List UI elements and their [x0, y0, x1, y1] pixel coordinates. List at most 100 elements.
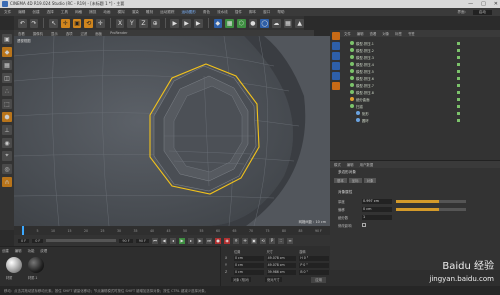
prev-key-icon[interactable]: ◀ [161, 237, 168, 244]
content-browser-icon[interactable] [331, 42, 340, 50]
visible-check-icon[interactable] [457, 118, 460, 122]
viewport-menu-view[interactable]: 查看 [18, 31, 25, 36]
menu-tools[interactable]: 工具 [61, 10, 68, 15]
mat-menu-edit[interactable]: 编辑 [15, 248, 22, 253]
offset-field[interactable]: 0 cm [362, 206, 392, 212]
om-menu-bookmarks[interactable]: 书签 [408, 31, 415, 36]
viewport-menu-prorender[interactable]: ProRender [110, 31, 127, 35]
mat-menu-texture[interactable]: 纹理 [40, 248, 47, 253]
viewport-menu-display[interactable]: 显示 [51, 31, 58, 36]
camera-icon[interactable]: ☁ [271, 18, 281, 28]
cube-object-icon[interactable]: ◆ [213, 18, 223, 28]
tweak-icon[interactable]: ◉ [2, 138, 12, 148]
object-row[interactable]: 模型.挤压.6 [350, 75, 496, 81]
spline-pen-icon[interactable]: ▦ [225, 18, 234, 28]
play-icon[interactable]: ▶ [179, 237, 186, 244]
visible-check-icon[interactable] [457, 62, 460, 66]
recent-tool-icon[interactable]: ✛ [96, 18, 105, 28]
attributes-tab-icon[interactable] [331, 82, 340, 90]
record-icon[interactable]: ● [215, 237, 222, 244]
objects-tab-icon[interactable] [331, 32, 340, 40]
magnet-icon[interactable]: ∩ [2, 177, 12, 187]
make-editable-icon[interactable]: ▣ [2, 34, 12, 44]
object-row[interactable]: 模型.挤压.1 [350, 40, 496, 46]
undo-icon[interactable]: ↶ [18, 18, 27, 28]
material-swatch[interactable] [28, 257, 44, 273]
menu-mograph[interactable]: 运动图形 [181, 10, 195, 15]
visible-check-icon[interactable] [457, 41, 460, 45]
rotation-key-icon[interactable]: ⟲ [260, 237, 267, 244]
am-menu-userdata[interactable]: 用户数据 [360, 162, 374, 167]
am-menu-mode[interactable]: 模式 [334, 162, 341, 167]
menu-render[interactable]: 渲染 [132, 10, 139, 15]
object-row[interactable]: 细分曲面 [350, 96, 496, 102]
material-swatch[interactable] [6, 257, 22, 273]
object-row[interactable]: 模型.挤压.8 [350, 89, 496, 95]
tab-coord[interactable]: 坐标 [348, 178, 362, 183]
playhead[interactable] [22, 226, 24, 235]
next-key-icon[interactable]: ▶ [197, 237, 204, 244]
z-axis-icon[interactable]: Z [139, 18, 148, 28]
go-to-start-icon[interactable]: ⏮ [152, 237, 159, 244]
solo-icon[interactable]: ◎ [2, 164, 12, 174]
select-tool-icon[interactable]: ↖ [49, 18, 59, 28]
menu-motion-tracker[interactable]: 运动跟踪 [160, 10, 174, 15]
object-row[interactable]: 扫描 [350, 103, 496, 109]
viewport-menu-camera[interactable]: 摄像机 [33, 31, 43, 36]
timeline-icon[interactable]: ≡ [287, 237, 294, 244]
object-row[interactable]: 模型.挤压.5 [350, 68, 496, 74]
menu-pipeline[interactable]: 流水线 [217, 10, 228, 15]
menu-snap[interactable]: 捕捉 [89, 10, 96, 15]
scale-tool-icon[interactable]: ▣ [72, 18, 82, 28]
am-menu-edit[interactable]: 编辑 [347, 162, 354, 167]
preview-end-field[interactable]: 90 F [135, 238, 150, 243]
viewport-menu-filter[interactable]: 过滤 [81, 31, 88, 36]
modify-checkbox[interactable] [362, 223, 366, 227]
frame-range-slider[interactable] [46, 239, 117, 242]
model-mode-icon[interactable]: ◆ [2, 47, 12, 57]
visible-check-icon[interactable] [457, 55, 460, 59]
menu-create[interactable]: 创建 [32, 10, 39, 15]
mat-menu-function[interactable]: 功能 [28, 248, 35, 253]
offset-slider[interactable] [396, 207, 466, 211]
point-mode-icon[interactable]: ∴ [2, 86, 12, 96]
apply-button[interactable]: 应用 [311, 277, 326, 283]
coord-mode-select[interactable]: 对象 (相对) [231, 277, 252, 282]
maximize-button[interactable]: □ [481, 1, 486, 7]
om-menu-file[interactable]: 文件 [344, 31, 351, 36]
layers-icon[interactable] [331, 62, 340, 70]
object-row[interactable]: 矩形 [356, 110, 496, 116]
array-icon[interactable]: ● [248, 18, 258, 28]
light-icon[interactable]: ▲ [295, 18, 304, 28]
close-button[interactable]: ✕ [494, 1, 498, 7]
om-menu-tags[interactable]: 标签 [395, 31, 402, 36]
end-frame-field[interactable]: 90 F [119, 238, 133, 243]
visible-check-icon[interactable] [457, 76, 460, 80]
x-axis-icon[interactable]: X [115, 18, 125, 28]
menu-simulate[interactable]: 模拟 [118, 10, 125, 15]
menu-help[interactable]: 帮助 [277, 10, 284, 15]
minimize-button[interactable]: — [468, 1, 473, 7]
render-picture-viewer-icon[interactable]: ▶ [182, 18, 191, 28]
object-row[interactable]: 模型.挤压.4 [350, 61, 496, 67]
start-frame-field[interactable]: 0 F [18, 238, 30, 243]
pos-x-field[interactable]: 0 cm [233, 255, 264, 261]
menu-file[interactable]: 文件 [4, 10, 11, 15]
menu-script[interactable]: 脚本 [249, 10, 256, 15]
timeline[interactable]: 0 5 10 15 20 25 30 35 40 45 50 55 60 65 … [14, 226, 330, 235]
rot-b-field[interactable]: B 0 ° [299, 269, 329, 275]
menu-animate[interactable]: 动画 [103, 10, 110, 15]
om-menu-view[interactable]: 查看 [370, 31, 377, 36]
scene-icon[interactable]: ◯ [260, 18, 269, 28]
rotate-tool-icon[interactable]: ⟲ [84, 18, 94, 28]
polygon-mode-icon[interactable]: ⬢ [2, 112, 12, 122]
menu-sculpt[interactable]: 雕刻 [146, 10, 153, 15]
move-tool-icon[interactable]: ✛ [61, 18, 70, 28]
current-frame-field[interactable]: 0 F [32, 238, 44, 243]
axis-mode-icon[interactable]: ⊥ [2, 125, 12, 135]
menu-mesh[interactable]: 网格 [75, 10, 82, 15]
coordinate-system-icon[interactable]: ⊕ [150, 18, 160, 28]
visible-check-icon[interactable] [457, 111, 460, 115]
y-axis-icon[interactable]: Y [127, 18, 137, 28]
object-row[interactable]: 圆环 [356, 117, 496, 123]
